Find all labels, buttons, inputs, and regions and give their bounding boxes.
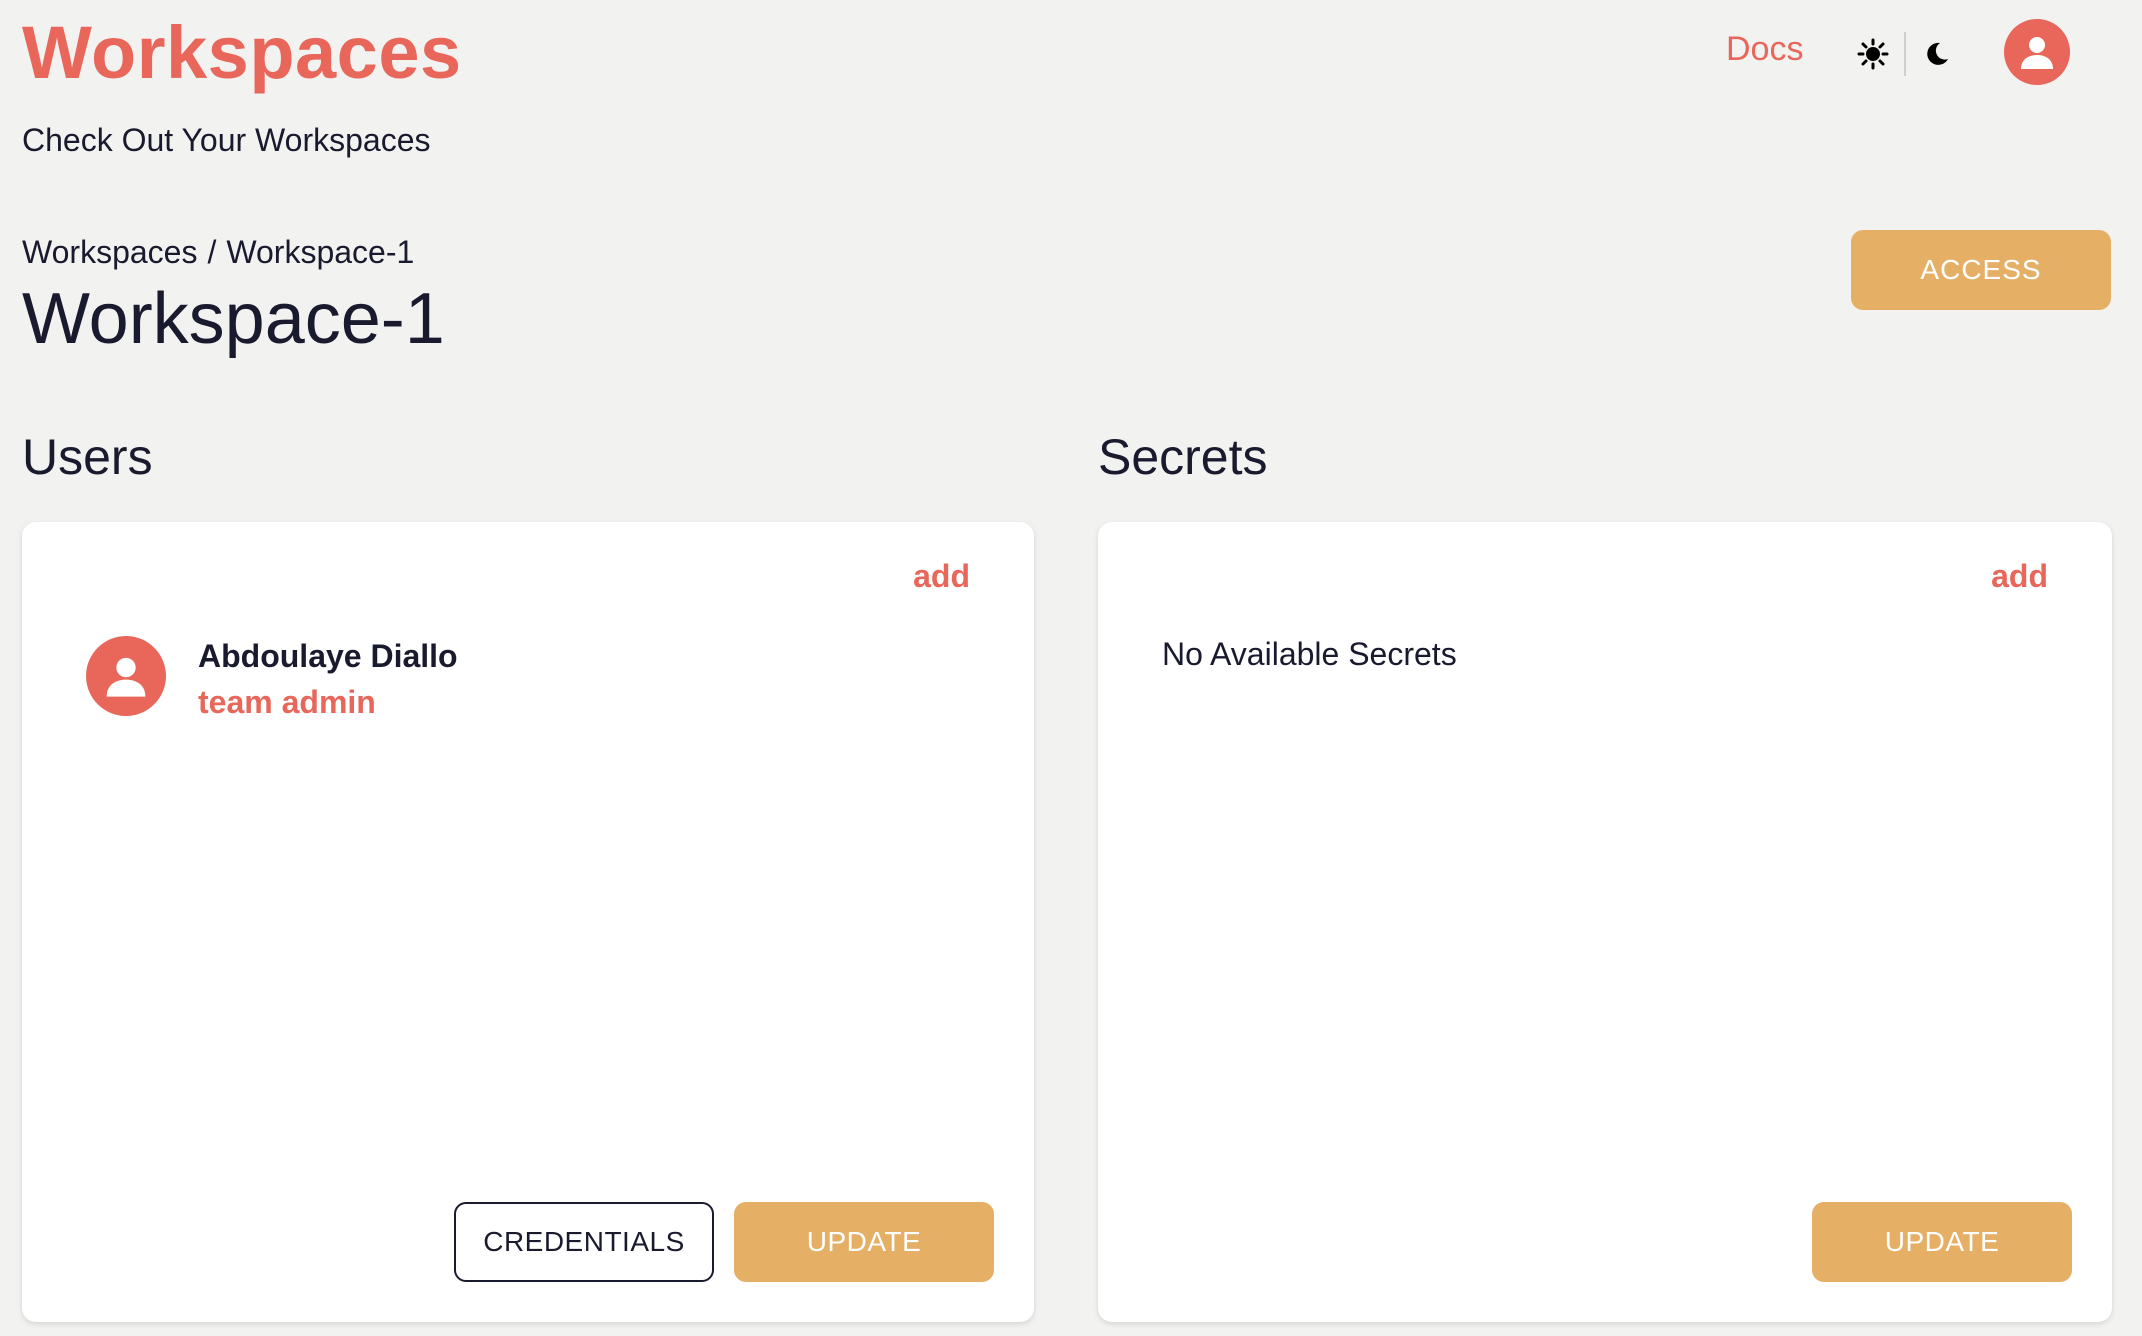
account-icon[interactable] (2004, 19, 2070, 85)
sun-icon[interactable] (1846, 30, 1900, 78)
breadcrumb-separator: / (207, 234, 217, 270)
credentials-button[interactable]: CREDENTIALS (454, 1202, 714, 1282)
user-info: Abdoulaye Diallo team admin (198, 634, 458, 726)
empty-secrets-text: No Available Secrets (1162, 636, 1457, 672)
list-item: Abdoulaye Diallo team admin (86, 634, 458, 726)
breadcrumb-root[interactable]: Workspaces (22, 234, 197, 271)
update-users-button[interactable]: UPDATE (734, 1202, 994, 1282)
breadcrumb: Workspaces / Workspace-1 (22, 234, 414, 271)
user-role: team admin (198, 684, 376, 720)
users-card: add Abdoulaye Diallo team admin CREDENTI… (22, 522, 1034, 1322)
add-user-button[interactable]: add (913, 558, 970, 595)
theme-divider (1904, 32, 1906, 76)
add-secret-button[interactable]: add (1991, 558, 2048, 595)
secrets-card: add No Available Secrets UPDATE (1098, 522, 2112, 1322)
access-button[interactable]: ACCESS (1851, 230, 2111, 310)
page-title: Workspace-1 (22, 279, 445, 359)
theme-toggle (1846, 30, 1964, 78)
breadcrumb-current: Workspace-1 (226, 234, 415, 270)
app-subtitle: Check Out Your Workspaces (22, 122, 431, 158)
moon-icon[interactable] (1910, 30, 1964, 78)
app-title: Workspaces (22, 11, 462, 94)
docs-link[interactable]: Docs (1726, 30, 1803, 69)
users-heading: Users (22, 429, 153, 485)
secrets-heading: Secrets (1098, 429, 1268, 485)
update-secrets-button[interactable]: UPDATE (1812, 1202, 2072, 1282)
account-icon (86, 636, 166, 716)
user-name: Abdoulaye Diallo (198, 638, 458, 674)
workspace-page: Workspaces Check Out Your Workspaces Doc… (0, 0, 2142, 1336)
